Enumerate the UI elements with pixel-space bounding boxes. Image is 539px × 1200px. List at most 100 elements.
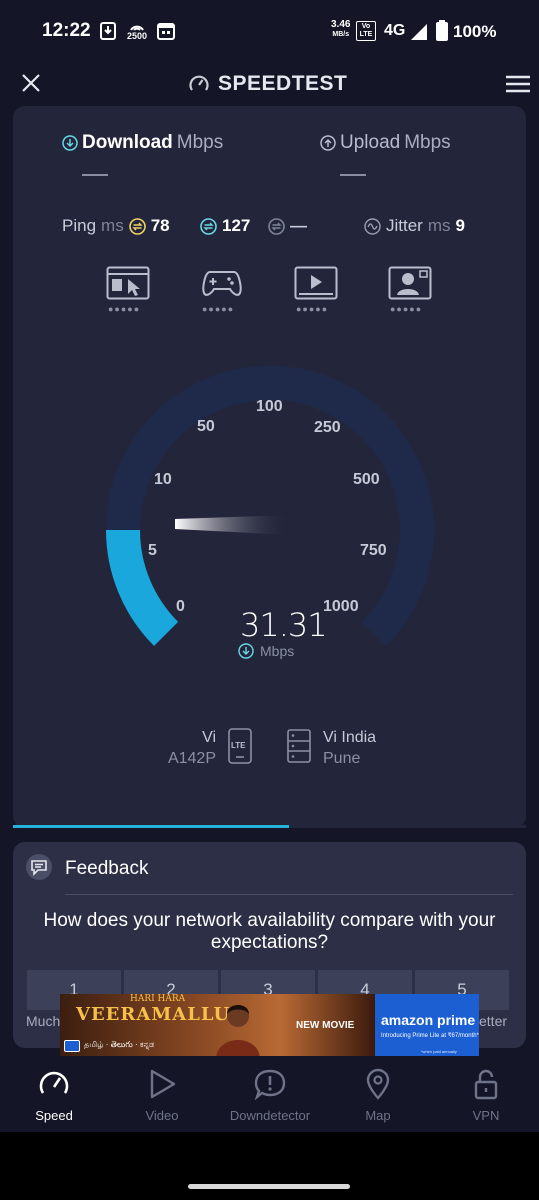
gauge-label-1000: 1000 bbox=[323, 598, 359, 615]
battery-icon bbox=[436, 20, 448, 41]
nav-video[interactable]: Video bbox=[108, 1056, 216, 1132]
nav-vpn-label: VPN bbox=[472, 1108, 500, 1123]
alert-icon bbox=[254, 1069, 286, 1100]
upload-arrow-icon bbox=[320, 135, 336, 151]
video-streaming-icon bbox=[294, 266, 338, 300]
ad-prime-video-icon bbox=[64, 1040, 80, 1052]
gauge-label-0: 0 bbox=[176, 598, 185, 615]
feedback-question: How does your network availability compa… bbox=[43, 910, 496, 953]
isp-name: Vi bbox=[202, 729, 216, 746]
gauge-label-250: 250 bbox=[314, 419, 341, 436]
isp-info: Vi A142P bbox=[150, 727, 216, 769]
gaming-rating-dots: ●●●●● bbox=[202, 304, 235, 314]
use-case-video-call[interactable]: ●●●●● bbox=[388, 266, 434, 314]
gauge-label-500: 500 bbox=[353, 471, 380, 488]
net-speed-unit: MB/s bbox=[332, 31, 350, 38]
gauge-label-10: 10 bbox=[154, 471, 172, 488]
nav-downdetector-label: Downdetector bbox=[229, 1108, 311, 1123]
speed-unit-row: Mbps bbox=[238, 643, 294, 659]
ping-unit: ms bbox=[101, 216, 124, 235]
ad-brand: amazon prime bbox=[381, 1012, 476, 1028]
browsing-rating-dots: ●●●●● bbox=[108, 304, 141, 314]
tab-upload-unit: Mbps bbox=[404, 132, 451, 153]
ping-metric: Ping ms 78 bbox=[62, 216, 170, 236]
system-gesture-area bbox=[0, 1132, 539, 1200]
video-rating-dots: ●●●●● bbox=[296, 304, 329, 314]
jitter-unit: ms bbox=[427, 216, 451, 235]
feedback-title: Feedback bbox=[65, 858, 149, 879]
gaming-icon bbox=[202, 271, 242, 296]
use-case-gaming[interactable]: ●●●●● bbox=[200, 266, 246, 314]
server-name: Vi India bbox=[323, 729, 377, 746]
gauge-needle bbox=[175, 515, 290, 535]
nav-vpn[interactable]: VPN bbox=[432, 1056, 539, 1132]
feedback-chat-icon bbox=[26, 854, 52, 880]
ad-actor-figure bbox=[216, 1005, 260, 1058]
tab-download-unit: Mbps bbox=[176, 132, 224, 153]
play-icon bbox=[150, 1069, 176, 1099]
gauge-fill bbox=[106, 529, 179, 646]
nav-speed-label: Speed bbox=[35, 1108, 73, 1123]
server-icon[interactable] bbox=[287, 729, 311, 763]
gauge-label-50: 50 bbox=[197, 418, 215, 435]
video-call-icon bbox=[388, 266, 432, 300]
tab-upload-label: Upload bbox=[340, 132, 401, 153]
browsing-icon bbox=[106, 266, 150, 300]
network-type: 4G bbox=[384, 22, 406, 39]
nav-map-label: Map bbox=[365, 1108, 391, 1123]
use-case-video[interactable]: ●●●●● bbox=[294, 266, 340, 314]
nav-downdetector[interactable]: Downdetector bbox=[216, 1056, 324, 1132]
gauge-track bbox=[106, 365, 434, 646]
lock-icon bbox=[474, 1069, 498, 1100]
test-progress-fill bbox=[13, 825, 289, 828]
ad-brand-sub: Introducing Prime Lite at ₹67/month* bbox=[381, 1033, 479, 1039]
server-info[interactable]: Vi India Pune bbox=[323, 727, 376, 769]
speedtest-logo-icon bbox=[189, 75, 209, 91]
ad-note: *when paid annually bbox=[421, 1049, 457, 1054]
jitter-icon bbox=[364, 217, 381, 235]
jitter-label: Jitter bbox=[386, 216, 423, 235]
top-bar: SPEEDTEST bbox=[0, 62, 539, 106]
download-notification-icon bbox=[100, 22, 116, 40]
nav-map[interactable]: Map bbox=[324, 1056, 432, 1132]
ping-download-icon bbox=[200, 217, 217, 235]
use-case-browsing[interactable]: ●●●●● bbox=[106, 266, 152, 314]
download-unit-icon bbox=[238, 643, 254, 659]
gesture-handle[interactable] bbox=[188, 1184, 350, 1189]
ping-upload-value: — bbox=[290, 216, 307, 235]
isp-detail: A142P bbox=[167, 750, 216, 767]
net-speed-value: 3.46 bbox=[331, 19, 351, 30]
battery-percent: 100% bbox=[453, 22, 497, 41]
close-icon[interactable] bbox=[21, 73, 41, 93]
map-pin-icon bbox=[366, 1068, 390, 1100]
ad-tag: NEW MOVIE bbox=[296, 1020, 355, 1031]
nav-speed[interactable]: Speed bbox=[0, 1056, 108, 1132]
speedometer-icon bbox=[39, 1071, 69, 1094]
ping-label: Ping bbox=[62, 216, 97, 235]
volte-badge: Vo LTE bbox=[356, 21, 376, 41]
gauge-label-750: 750 bbox=[360, 542, 387, 559]
tab-download-label: Download bbox=[82, 132, 173, 153]
ad-banner[interactable]: HARI HARA VEERAMALLU NEW MOVIE தமிழ் · త… bbox=[60, 994, 479, 1058]
video-call-rating-dots: ●●●●● bbox=[390, 304, 423, 314]
gauge-label-5: 5 bbox=[148, 542, 157, 559]
download-arrow-icon bbox=[62, 135, 78, 151]
upload-value-placeholder bbox=[340, 174, 366, 176]
download-value-placeholder bbox=[82, 174, 108, 176]
app-title: SPEEDTEST bbox=[218, 72, 348, 95]
ping-upload-icon bbox=[268, 217, 285, 235]
rating-high-caption: etter bbox=[479, 1013, 508, 1029]
hotspot-badge: 2500 bbox=[127, 31, 148, 41]
nav-video-label: Video bbox=[145, 1108, 179, 1123]
menu-icon[interactable] bbox=[506, 75, 530, 93]
tab-download[interactable]: Download Mbps bbox=[62, 132, 223, 154]
status-time: 12:22 bbox=[42, 20, 91, 41]
speed-value: 31.31 bbox=[240, 606, 328, 644]
ping-download-metric: 127 bbox=[200, 216, 250, 236]
gauge-label-100: 100 bbox=[256, 398, 283, 415]
app-brand: SPEEDTEST bbox=[188, 72, 347, 96]
tab-upload[interactable]: Upload Mbps bbox=[320, 132, 451, 154]
rating-low-caption: Much bbox=[26, 1013, 61, 1029]
feedback-divider bbox=[65, 894, 513, 895]
net-speed: 3.46 MB/s bbox=[331, 20, 350, 40]
